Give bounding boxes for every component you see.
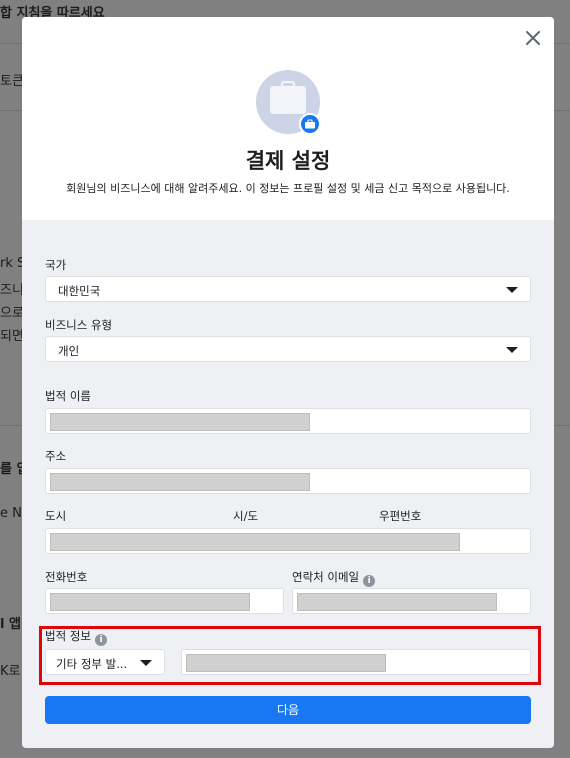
bg-text: K로 [0,664,21,679]
redacted-value [50,413,310,431]
highlight-box [39,626,541,685]
dialog-header: 결제 설정 회원님의 비즈니스에 대해 알려주세요. 이 정보는 프로필 설정 … [22,17,554,220]
state-input[interactable] [233,528,373,554]
business-type-value: 개인 [58,344,80,358]
dialog-title: 결제 설정 [245,149,331,173]
legal-name-input[interactable] [45,408,531,434]
postal-code-label: 우편번호 [379,509,422,523]
country-value: 대한민국 [58,284,101,298]
close-icon [526,31,540,45]
bg-text: 되면 [0,329,24,344]
business-type-select[interactable]: 개인 [45,336,531,362]
contact-email-label: 연락처 이메일 i [292,569,376,587]
redacted-value [50,473,310,491]
dropdown-caret-icon [506,287,518,293]
payment-settings-dialog: 결제 설정 회원님의 비즈니스에 대해 알려주세요. 이 정보는 프로필 설정 … [22,17,554,748]
info-icon[interactable]: i [363,575,376,587]
city-input[interactable] [45,528,225,554]
redacted-value [297,593,497,611]
next-button[interactable]: 다음 [45,696,531,724]
address-label: 주소 [45,449,67,463]
postal-code-input[interactable] [379,528,531,554]
bg-text: 토큰 [0,74,24,89]
address-input[interactable] [45,468,531,494]
dropdown-caret-icon [506,347,518,353]
briefcase-body [270,86,306,114]
country-select[interactable]: 대한민국 [45,276,531,302]
state-label: 시/도 [233,509,259,523]
dialog-subtitle: 회원님의 비즈니스에 대해 알려주세요. 이 정보는 프로필 설정 및 세금 신… [66,182,510,195]
bg-text: e N [0,506,22,521]
city-label: 도시 [45,509,67,523]
redacted-value [50,593,250,611]
phone-label: 전화번호 [45,570,88,584]
briefcase-small-icon [305,119,315,129]
close-button[interactable] [522,27,544,49]
contact-email-label-text: 연락처 이메일 [292,570,360,584]
business-type-label: 비즈니스 유형 [45,318,113,332]
bg-text: 으로 [0,306,24,321]
phone-input[interactable] [45,588,284,614]
bg-text: l 앱 [0,617,21,632]
business-badge-icon [299,113,321,135]
contact-email-input[interactable] [292,588,531,614]
legal-name-label: 법적 이름 [45,389,91,403]
country-label: 국가 [45,258,67,272]
bg-text: 즈니 [0,283,24,298]
